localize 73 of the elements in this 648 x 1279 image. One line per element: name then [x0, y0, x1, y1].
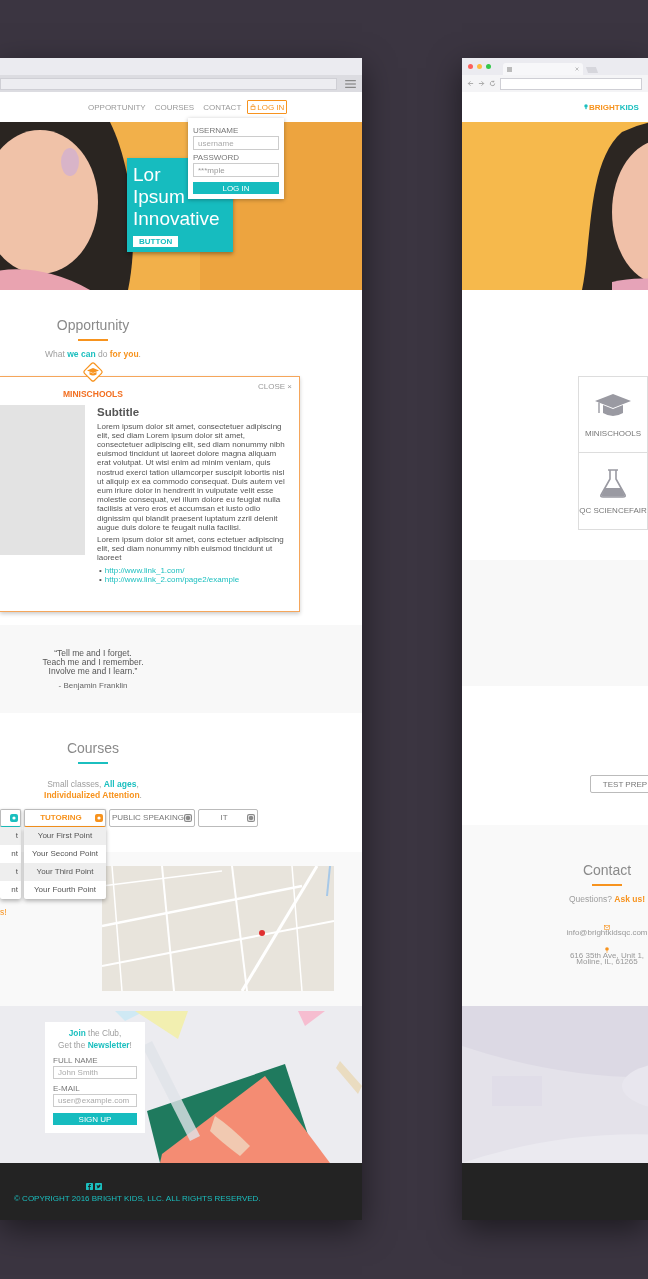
section-title: Courses — [66, 740, 120, 756]
location-pin-icon — [604, 946, 610, 953]
address-text: Moline, IL, 61265 — [576, 958, 638, 965]
modal-title: MINISCHOOLS — [62, 388, 124, 399]
hero-heading: Ipsum — [133, 186, 185, 208]
address-field[interactable] — [500, 77, 642, 90]
lock-icon — [250, 104, 257, 110]
name-field[interactable]: John Smith — [53, 1066, 137, 1079]
section-subtitle: Questions? Ask us! — [568, 893, 646, 904]
list-item[interactable]: Your Third Point — [24, 862, 106, 881]
course-tab[interactable] — [0, 808, 21, 827]
minimize-window-icon[interactable] — [477, 64, 482, 69]
course-tab[interactable]: IT — [198, 808, 258, 827]
newsletter-heading: Join the Club, — [68, 1028, 122, 1040]
bullet: • — [99, 574, 102, 584]
list-item[interactable]: t — [0, 826, 21, 845]
title-underline — [78, 339, 108, 341]
facebook-icon[interactable] — [86, 1183, 93, 1190]
section-subtitle: Small classes, All ages, — [47, 778, 139, 790]
close-icon[interactable] — [575, 67, 579, 71]
section-title: Opportunity — [56, 317, 130, 333]
email-label: E-MAIL — [53, 1084, 80, 1093]
name-label: FULL NAME — [53, 1056, 98, 1065]
envelope-icon — [604, 924, 610, 930]
back-icon[interactable] — [467, 80, 474, 87]
reload-icon[interactable] — [489, 80, 496, 87]
category-card[interactable]: MINISCHOOLS — [578, 376, 648, 453]
nav-link[interactable]: OPPORTUNITY — [88, 102, 146, 112]
category-card[interactable]: QC SCIENCEFAIR — [578, 453, 648, 530]
browser-tab[interactable] — [503, 63, 583, 75]
quote-text: “Tell me and I forget. — [54, 648, 132, 658]
course-tab[interactable]: TEST PREP — [590, 775, 648, 793]
list-item[interactable]: Your Fourth Point — [24, 880, 106, 899]
page-icon — [507, 66, 512, 72]
copyright-text: © COPYRIGHT 2016 BRIGHT KIDS, LLC. ALL RIGHTS RESERVED. — [14, 1194, 262, 1203]
list-item[interactable]: nt — [0, 844, 21, 863]
body-paragraph: Lorem ipsum dolor sit amet, consectetuer adipiscing elit, sed diam Lorem ipsum dolor sit amet, consectetuer adipiscing elit, sed diam nonummy nibh euismod tincidunt ut laoreet dolore magna aliquam erat volutpat. Ut wisi enim ad minim veniam, quis nostrud exerci tation ullamcorper suscipit lobortis nisl ut aliquip ex ea commodo consequat. Duis autem vel eum iriure dolor in hendrerit in vulputate velit esse molestie consequat, vel illum dolore eu feugiat nulla facilisis at vero eros et accumsan et iusto odio dignissim qui blandit praesent luptatum zzril delenit augue duis dolore te feugait nulla facilisi. — [97, 421, 286, 532]
course-tab[interactable]: PUBLIC SPEAKING — [109, 808, 195, 827]
section-title: Contact — [582, 862, 632, 878]
address-text: 616 35th Ave, Unit 1, — [569, 952, 645, 959]
contact-subtitle: s! — [0, 907, 8, 917]
password-label: PASSWORD — [193, 153, 241, 162]
email-text: info@brightkidsqc.com — [566, 929, 648, 936]
section-subtitle: What we can do for you. — [45, 348, 141, 359]
quote-text: Teach me and I remember. — [42, 657, 144, 667]
forward-icon[interactable] — [478, 80, 485, 87]
hero-heading: Innovative — [133, 208, 220, 230]
list-item[interactable]: nt — [0, 880, 21, 899]
quote-text: Involve me and I learn.” — [48, 666, 138, 676]
list-item[interactable]: Your Second Point — [24, 844, 106, 863]
menu-icon[interactable] — [345, 79, 356, 88]
password-field[interactable]: ***mple — [193, 163, 279, 177]
address-field[interactable] — [0, 77, 337, 90]
nav-link[interactable]: CONTACT — [203, 102, 242, 112]
quote-author: - Benjamin Franklin — [58, 680, 128, 690]
modal-subtitle: Subtitle — [97, 404, 141, 419]
close-window-icon[interactable] — [468, 64, 473, 69]
lightbulb-icon — [584, 104, 588, 110]
bullet: • — [99, 565, 102, 575]
close-link[interactable]: CLOSE × — [258, 381, 292, 391]
email-field[interactable]: user@example.com — [53, 1094, 137, 1107]
twitter-icon[interactable] — [95, 1183, 102, 1190]
username-field[interactable]: username — [193, 136, 279, 150]
newsletter-heading: Get the Newsletter! — [58, 1039, 132, 1051]
body-paragraph: Lorem ipsum dolor sit amet, cons ectetuer adipiscing elit, sed diam nonummy nibh euismod tincidunt ut laoreet — [97, 534, 285, 563]
username-label: USERNAME — [193, 126, 240, 135]
title-underline — [78, 762, 108, 764]
list-item[interactable]: t — [0, 862, 21, 881]
hero-heading: Lor — [133, 164, 161, 186]
nav-link[interactable]: COURSES — [154, 102, 195, 112]
section-subtitle: Individualized Attention. — [44, 790, 142, 802]
maximize-window-icon[interactable] — [486, 64, 491, 69]
title-underline — [592, 884, 622, 886]
